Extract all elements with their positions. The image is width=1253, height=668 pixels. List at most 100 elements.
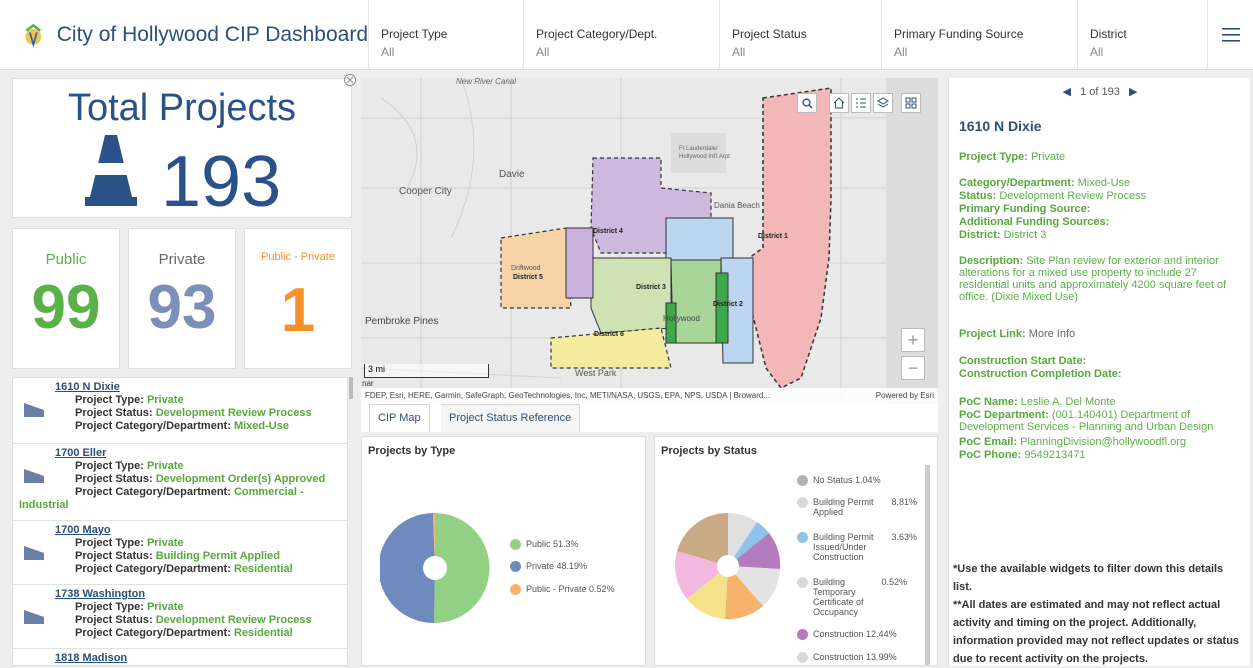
legend-swatch [797, 475, 808, 486]
powered-by-esri[interactable]: Powered by Esri [876, 391, 934, 400]
legend-pct: 3.63% [891, 532, 917, 542]
map-tabs: CIP Map Project Status Reference [361, 404, 938, 432]
flag-icon [24, 546, 44, 560]
status-legend-bp-applied[interactable]: Building Permit Applied 8.81% [797, 497, 917, 517]
pager-text: 1 of 193 [1080, 86, 1120, 98]
map-legend-button[interactable] [851, 93, 871, 113]
attribution-text: FDEP, Esri, HERE, Garmin, SafeGraph, Geo… [365, 391, 771, 400]
tab-cip-map[interactable]: CIP Map [369, 404, 430, 432]
projects-by-type-panel: Projects by Type Public 51.3% Private 48… [361, 436, 646, 666]
filter-project-category[interactable]: Project Category/Dept. All [524, 0, 720, 69]
status-legend-construction[interactable]: Construction 12.44% [797, 629, 897, 640]
category-label: Project Category/Department: [75, 627, 234, 639]
map-layers-button[interactable] [873, 93, 893, 113]
field-label: Construction Completion Date: [959, 368, 1122, 380]
projects-by-status-title: Projects by Status [661, 445, 757, 457]
note-dates-disclaimer: **All dates are estimated and may not re… [953, 599, 1240, 665]
list-scrollbar[interactable] [349, 377, 353, 399]
filter-funding-source[interactable]: Primary Funding Source All [882, 0, 1078, 69]
project-status-row: Project Status: Development Review Proce… [75, 614, 341, 627]
zoom-in-button[interactable]: + [901, 328, 925, 352]
project-name-link[interactable]: 1700 Mayo [55, 524, 341, 537]
project-category-row: Project Category/Department: Mixed-Use [75, 420, 341, 433]
type-value: Private [146, 460, 184, 472]
next-arrow-icon[interactable]: ▶ [1129, 86, 1137, 98]
status-legend-bp-issued[interactable]: Building Permit Issued/Under Constructio… [797, 532, 917, 562]
legend-label: Public - Private [526, 584, 587, 594]
basemap-gallery-icon [905, 97, 917, 109]
legend-pct: 48.19% [556, 561, 588, 571]
legend-label: Construction [813, 629, 864, 639]
list-item[interactable]: 1700 Mayo Project Type: Private Project … [13, 521, 347, 585]
dashboard-title: City of Hollywood CIP Dashboard [56, 22, 368, 46]
status-legend-building-tco[interactable]: Building Temporary Certificate of Occupa… [797, 577, 907, 617]
type-value: Private [146, 601, 184, 613]
project-name-link[interactable]: 1700 Eller [55, 447, 341, 460]
status-legend-construction-2[interactable]: Construction 13.99% [797, 652, 897, 663]
legend-pct: 0.52% [881, 577, 907, 587]
project-name-link[interactable]: 1818 Madison [55, 652, 341, 665]
svg-text:Hollywood: Hollywood [663, 314, 700, 323]
list-item[interactable]: 1818 Madison [13, 649, 347, 665]
list-item[interactable]: 1700 Eller Project Type: Private Project… [13, 444, 347, 521]
public-private-count: 1 [280, 276, 316, 345]
detail-district: District: District 3 [959, 229, 1245, 241]
prev-arrow-icon[interactable]: ◀ [1062, 86, 1070, 98]
tab-project-status-reference[interactable]: Project Status Reference [441, 404, 581, 432]
project-name-link[interactable]: 1738 Washington [55, 588, 341, 601]
legend-label: Public [526, 539, 551, 549]
field-value: Mixed-Use [1077, 177, 1131, 189]
legend-pct: 51.3% [553, 539, 579, 549]
type-legend-private[interactable]: Private 48.19% [510, 561, 587, 572]
list-item[interactable]: 1738 Washington Project Type: Private Pr… [13, 585, 347, 649]
zoom-out-button[interactable]: − [901, 356, 925, 380]
note-filter: *Use the available widgets to filter dow… [953, 563, 1224, 593]
map-basemap-button[interactable] [901, 93, 921, 113]
detail-status: Status: Development Review Process [959, 190, 1245, 202]
menu-button[interactable] [1208, 0, 1253, 69]
more-info-link[interactable]: More Info [1029, 328, 1075, 340]
private-label: Private [158, 251, 206, 268]
total-projects-count: 193 [161, 142, 282, 222]
field-label: Primary Funding Source: [959, 203, 1091, 215]
status-legend-scrollbar[interactable] [925, 465, 930, 665]
filter-district[interactable]: District All [1078, 0, 1208, 69]
detail-project-link: Project Link: More Info [959, 328, 1245, 340]
filter-project-type[interactable]: Project Type All [369, 0, 524, 69]
type-legend-public[interactable]: Public 51.3% [510, 539, 579, 550]
detail-poc-phone: PoC Phone: 9549213471 [959, 449, 1245, 461]
legend-swatch [510, 561, 521, 572]
legend-label: Private [526, 561, 555, 571]
category-value: Residential [233, 627, 293, 639]
field-value[interactable]: PlanningDivision@hollywoodfl.org [1020, 436, 1186, 448]
list-item[interactable]: 1610 N Dixie Project Type: Private Proje… [13, 378, 347, 444]
detail-category: Category/Department: Mixed-Use [959, 177, 1245, 189]
detail-poc-email: PoC Email: PlanningDivision@hollywoodfl.… [959, 436, 1245, 448]
type-legend-public-private[interactable]: Public - Private 0.52% [510, 584, 615, 595]
category-value: Mixed-Use [233, 420, 289, 432]
filter-project-status[interactable]: Project Status All [720, 0, 882, 69]
map-canvas[interactable]: District 4 District 1 District 3 Distric… [361, 78, 938, 404]
flag-icon [24, 403, 44, 417]
svg-text:Dania Beach: Dania Beach [714, 201, 760, 210]
svg-text:Pembroke Pines: Pembroke Pines [365, 316, 438, 327]
project-type-row: Project Type: Private [75, 394, 341, 407]
project-name-link[interactable]: 1610 N Dixie [55, 381, 341, 394]
status-value: Development Order(s) Approved [155, 473, 326, 485]
status-pie-chart[interactable] [675, 513, 781, 619]
detail-type: Project Type: Private [959, 151, 1245, 163]
detail-poc-name: PoC Name: Leslie A. Del Monte [959, 396, 1245, 408]
legend-label: Construction [813, 652, 864, 662]
fullscreen-icon[interactable] [344, 74, 356, 86]
field-label: Project Type: [959, 151, 1028, 163]
public-count: 99 [31, 273, 101, 342]
search-icon [801, 97, 812, 108]
field-label: Category/Department: [959, 177, 1075, 189]
status-legend-no-status[interactable]: No Status 1.04% [797, 475, 881, 486]
cip-map[interactable]: District 4 District 1 District 3 Distric… [361, 78, 938, 404]
brand: City of Hollywood CIP Dashboard [0, 0, 369, 69]
status-value: Building Permit Applied [155, 550, 280, 562]
type-pie-chart[interactable] [380, 513, 490, 623]
map-home-button[interactable] [829, 93, 849, 113]
map-search-button[interactable] [797, 93, 817, 113]
